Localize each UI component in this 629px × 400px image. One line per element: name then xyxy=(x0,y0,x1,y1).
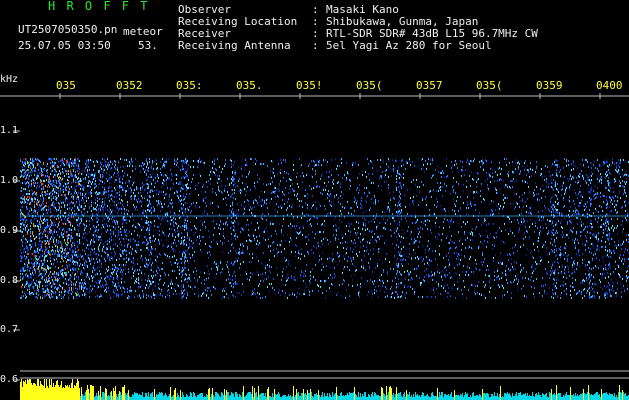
time-tick-label: 035 xyxy=(56,79,76,92)
time-tick-label: 0357 xyxy=(416,79,443,92)
time-tick-label: 0400 xyxy=(596,79,623,92)
time-tick-label: 035. xyxy=(236,79,263,92)
time-tick-label: 035( xyxy=(356,79,383,92)
unit-label: kHz xyxy=(0,74,19,85)
time-tick-label: 0352 xyxy=(116,79,143,92)
app-title: H R O F F T xyxy=(48,0,150,13)
datetime-label: 25.07.05 03:50 xyxy=(18,39,111,52)
spectrogram-noise xyxy=(20,158,629,299)
time-tick-label: 035! xyxy=(296,79,323,92)
antenna-label: Receiving Antenna xyxy=(178,39,291,52)
y-tick-label: 1.1 xyxy=(0,125,19,136)
spectrogram xyxy=(0,93,629,400)
time-tick-label: 035: xyxy=(176,79,203,92)
time-tick-label: 0359 xyxy=(536,79,563,92)
y-tick-label: 0.6 xyxy=(0,374,19,385)
filename-suffix-label: meteor xyxy=(123,25,163,38)
antenna-value: 5el Yagi Az 280 for Seoul xyxy=(326,39,492,52)
filename-label: UT2507050350.pn xyxy=(18,23,118,36)
separator: : xyxy=(312,39,319,52)
y-tick-label: 1.0 xyxy=(0,175,19,186)
time-tick-label: 035( xyxy=(476,79,503,92)
intensity-bars xyxy=(20,379,629,400)
y-tick-label: 0.8 xyxy=(0,275,19,286)
y-tick-label: 0.9 xyxy=(0,225,19,236)
count-label: 53. xyxy=(138,39,158,52)
y-tick-label: 0.7 xyxy=(0,324,19,335)
